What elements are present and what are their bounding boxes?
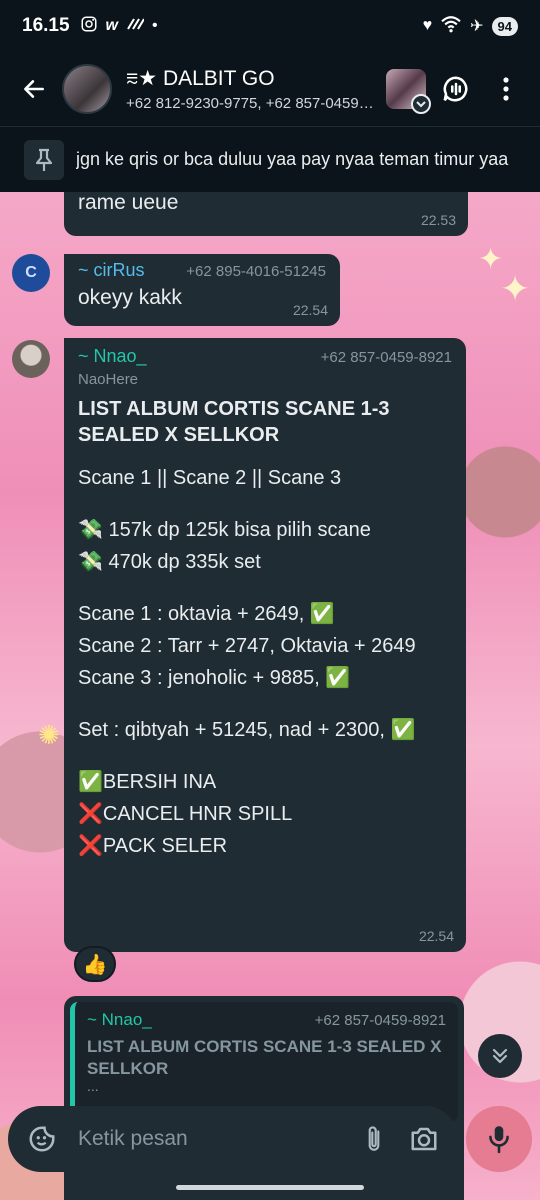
group-avatar[interactable] (62, 64, 112, 114)
message-composer[interactable]: Ketik pesan (8, 1106, 458, 1172)
message-line: 💸 157k dp 125k bisa pilih scane (78, 519, 371, 541)
message-line: Scane 2 : Tarr + 2747, Oktavia + 2649 (78, 635, 416, 657)
status-bar: 16.15 w • ♥ ✈ 94 (0, 0, 540, 52)
chat-area[interactable]: ✦ ✦ ✺ rame ueue 22.53 C ~ cirRus +62 895… (0, 192, 540, 1200)
sender-phone: +62 857-0459-8921 (320, 349, 452, 366)
battery-indicator: 94 (491, 16, 518, 36)
sender-phone: +62 895-4016-51245 (186, 263, 326, 280)
heart-icon: ♥ (422, 17, 433, 34)
sender-subname: NaoHere (78, 371, 139, 388)
community-button[interactable] (384, 67, 431, 114)
group-info[interactable]: ⩳★ DALBIT GO +62 812-9230-9775, +62 857-… (126, 66, 378, 112)
emoji-button[interactable] (22, 1119, 62, 1159)
more-options-button[interactable] (484, 67, 528, 111)
double-chevron-down-icon (492, 1048, 508, 1064)
sun-decoration: ✺ (38, 720, 60, 750)
message-line (78, 694, 452, 714)
app-w-icon: w (105, 17, 118, 34)
pinned-message-text: jgn ke qris or bca duluu yaa pay nyaa te… (76, 149, 509, 169)
message-title: LIST ALBUM CORTIS SCANE 1-3 SEALED X SEL… (78, 398, 390, 446)
microphone-icon (489, 1126, 509, 1154)
message-bubble[interactable]: rame ueue 22.53 (64, 192, 468, 236)
scroll-to-bottom-button[interactable] (478, 1034, 522, 1078)
message-line: Set : qibtyah + 51245, nad + 2300, ✅ (78, 719, 416, 741)
gesture-nav-bar[interactable] (176, 1185, 364, 1190)
message-line: ❌CANCEL HNR SPILL (78, 803, 293, 825)
message-line (78, 746, 452, 766)
message-bubble[interactable]: ~ cirRus +62 895-4016-51245 okeyy kakk 2… (64, 254, 340, 326)
message-line: 💸 470k dp 335k set (78, 551, 261, 573)
pin-icon (24, 139, 64, 180)
voice-record-button[interactable] (466, 1106, 532, 1172)
quoted-more: ... (87, 1078, 99, 1094)
thumbs-up-emoji: 👍 (82, 953, 108, 976)
avatar[interactable]: C (12, 254, 50, 292)
camera-button[interactable] (404, 1119, 444, 1159)
quoted-sender-phone: +62 857-0459-8921 (314, 1012, 446, 1029)
clock: 16.15 (22, 15, 70, 36)
message-bubble[interactable]: ~ Nnao_ +62 857-0459-8921 NaoHere LIST A… (64, 338, 466, 952)
avatar[interactable] (12, 340, 50, 378)
message-text: rame ueue (78, 192, 179, 214)
more-vertical-icon (503, 77, 509, 101)
voice-chat-icon (443, 76, 468, 102)
group-title: ⩳★ DALBIT GO (126, 67, 275, 90)
message-line: Scane 1 || Scane 2 || Scane 3 (78, 467, 342, 489)
avatar-letter: C (25, 264, 37, 281)
message-time: 22.53 (420, 212, 456, 228)
message-line (78, 494, 452, 514)
camera-icon (411, 1127, 437, 1151)
sticker-smiley-icon (29, 1126, 55, 1152)
dot-icon: • (152, 17, 158, 34)
message-input[interactable]: Ketik pesan (78, 1127, 354, 1151)
attach-button[interactable] (354, 1119, 394, 1159)
message-text: okeyy kakk (78, 286, 182, 309)
paperclip-icon (368, 1126, 380, 1151)
message-body: Scane 1 || Scane 2 || Scane 3 💸 157k dp 1… (78, 462, 452, 862)
chevron-down-icon (411, 94, 431, 114)
message-line (78, 578, 452, 598)
sender-name[interactable]: ~ cirRus (78, 260, 145, 281)
arrow-left-icon (24, 80, 44, 98)
reaction-badge[interactable]: 👍 (74, 946, 116, 982)
message-time: 22.54 (292, 302, 328, 318)
wifi-icon (440, 15, 462, 38)
quoted-message[interactable]: ~ Nnao_ +62 857-0459-8921 LIST ALBUM COR… (70, 1002, 458, 1122)
message-time: 22.54 (418, 928, 454, 944)
airplane-icon: ✈ (470, 18, 484, 35)
quoted-sender-name: ~ Nnao_ (87, 1010, 152, 1029)
community-thumbnail (386, 69, 431, 114)
chat-header: ⩳★ DALBIT GO +62 812-9230-9775, +62 857-… (0, 52, 540, 126)
sparkle-decoration: ✦ (500, 268, 531, 309)
signal-stripes-icon (126, 17, 145, 36)
voice-chat-button[interactable] (434, 67, 478, 111)
quoted-text: LIST ALBUM CORTIS SCANE 1-3 SEALED X SEL… (87, 1037, 442, 1078)
back-button[interactable] (12, 67, 56, 111)
sender-name[interactable]: ~ Nnao_ (78, 346, 147, 367)
message-line: ❌PACK SELER (78, 835, 228, 857)
message-line: ✅BERSIH INA (78, 771, 217, 793)
group-participants: +62 812-9230-9775, +62 857-0459-8921, +6… (126, 95, 378, 112)
instagram-icon (80, 15, 98, 38)
message-line: Scane 1 : oktavia + 2649, ✅ (78, 603, 335, 625)
pinned-message-bar[interactable]: jgn ke qris or bca duluu yaa pay nyaa te… (0, 126, 540, 192)
message-line: Scane 3 : jenoholic + 9885, ✅ (78, 667, 351, 689)
